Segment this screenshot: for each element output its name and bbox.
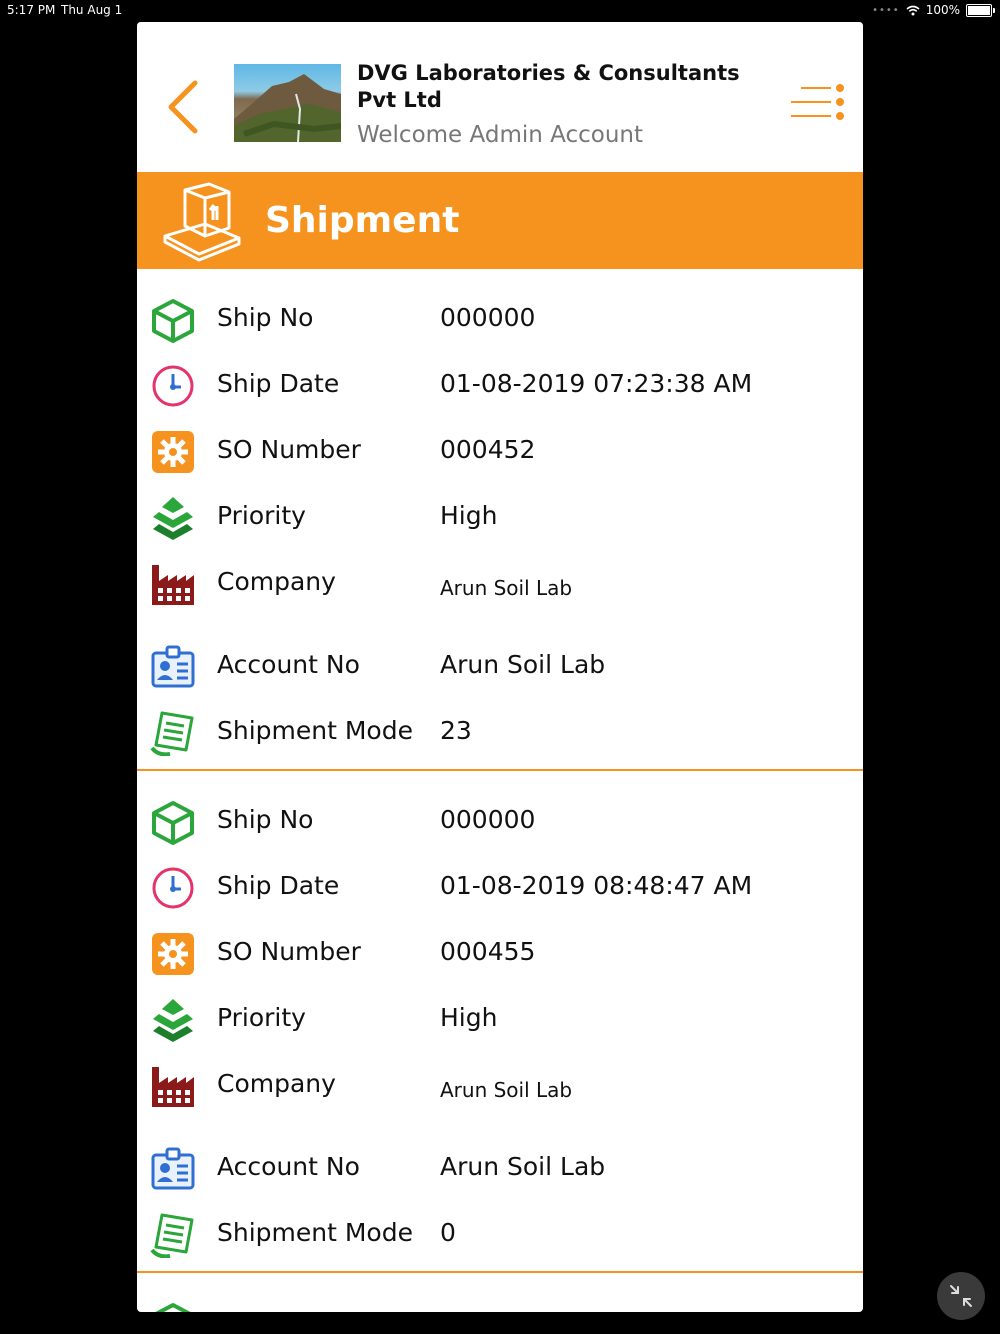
row-ship-no: Ship No 000000 [137,799,863,859]
row-account-no: Account No Arun Soil Lab [137,1146,863,1206]
row-priority: Priority High [137,997,863,1057]
status-right: •••• 100% [872,3,995,17]
shipment-box-icon [163,182,241,262]
layers-icon [153,999,193,1042]
signal-dots-icon: •••• [872,4,900,16]
section-banner: Shipment [137,172,863,269]
clock-icon [152,867,194,909]
document-icon [150,1213,194,1258]
label-company: Company [217,1069,336,1098]
id-card-icon [151,645,195,688]
app-card: DVG Laboratories & Consultants Pvt Ltd W… [137,22,863,1312]
collapse-button[interactable] [937,1272,985,1320]
company-logo-image [234,64,341,142]
collapse-icon [950,1285,972,1307]
value-priority: High [440,1003,498,1032]
layers-icon [153,497,193,540]
value-company: Arun Soil Lab [440,1078,573,1102]
label-account-no: Account No [217,1152,360,1181]
value-ship-no: 000000 [440,303,536,332]
row-shipment-mode: Shipment Mode 23 [137,710,863,770]
label-shipment-mode: Shipment Mode [217,716,413,745]
status-date: Thu Aug 1 [61,3,123,17]
label-ship-no: Ship No [217,805,314,834]
battery-icon [966,3,995,17]
header: DVG Laboratories & Consultants Pvt Ltd W… [137,22,863,172]
row-so-number: SO Number 000455 [137,931,863,991]
menu-icon[interactable] [787,82,847,124]
row-company: Company Arun Soil Lab [137,1063,863,1123]
shipment-list: Ship No 000000 Ship Date 01-08-2019 07:2… [137,269,863,1312]
row-ship-date: Ship Date 01-08-2019 07:23:38 AM [137,363,863,423]
label-so-number: SO Number [217,435,361,464]
battery-percent: 100% [925,3,960,17]
row-company: Company Arun Soil Lab [137,561,863,621]
back-chevron-icon[interactable] [163,77,203,137]
value-account-no: Arun Soil Lab [440,1152,606,1181]
id-card-icon [151,1147,195,1190]
page-title: Shipment [265,200,460,241]
label-account-no: Account No [217,650,360,679]
gear-icon [152,431,194,473]
shipment-record[interactable]: Ship No 000000 Ship Date 01-08-2019 07:2… [137,269,863,771]
value-ship-date: 01-08-2019 07:23:38 AM [440,369,753,398]
welcome-subtitle: Welcome Admin Account [357,122,643,148]
label-shipment-mode: Shipment Mode [217,1218,413,1247]
cube-icon [152,299,194,343]
value-ship-date: 01-08-2019 08:48:47 AM [440,871,753,900]
value-shipment-mode: 23 [440,716,472,745]
clock-icon [152,365,194,407]
label-priority: Priority [217,501,306,530]
value-company: Arun Soil Lab [440,576,573,600]
row-account-no: Account No Arun Soil Lab [137,644,863,704]
value-so-number: 000455 [440,937,536,966]
cube-icon [155,1303,191,1312]
value-ship-no: 000000 [440,805,536,834]
label-ship-date: Ship Date [217,369,340,398]
row-shipment-mode: Shipment Mode 0 [137,1212,863,1272]
label-company: Company [217,567,336,596]
row-so-number: SO Number 000452 [137,429,863,489]
factory-icon [152,1067,194,1107]
document-icon [150,711,194,756]
status-time: 5:17 PM [7,3,56,17]
value-shipment-mode: 0 [440,1218,456,1247]
wifi-icon [906,5,920,15]
shipment-record-partial[interactable] [137,1273,863,1312]
cube-icon [152,801,194,845]
status-bar: 5:17 PM Thu Aug 1 •••• 100% [0,0,1000,20]
label-ship-no: Ship No [217,303,314,332]
value-priority: High [440,501,498,530]
shipment-record[interactable]: Ship No 000000 Ship Date 01-08-2019 08:4… [137,771,863,1273]
row-priority: Priority High [137,495,863,555]
factory-icon [152,565,194,605]
label-priority: Priority [217,1003,306,1032]
row-ship-no: Ship No 000000 [137,297,863,357]
value-account-no: Arun Soil Lab [440,650,606,679]
company-title: DVG Laboratories & Consultants Pvt Ltd [357,61,740,112]
value-so-number: 000452 [440,435,536,464]
label-ship-date: Ship Date [217,871,340,900]
row-ship-date: Ship Date 01-08-2019 08:48:47 AM [137,865,863,925]
label-so-number: SO Number [217,937,361,966]
gear-icon [152,933,194,975]
